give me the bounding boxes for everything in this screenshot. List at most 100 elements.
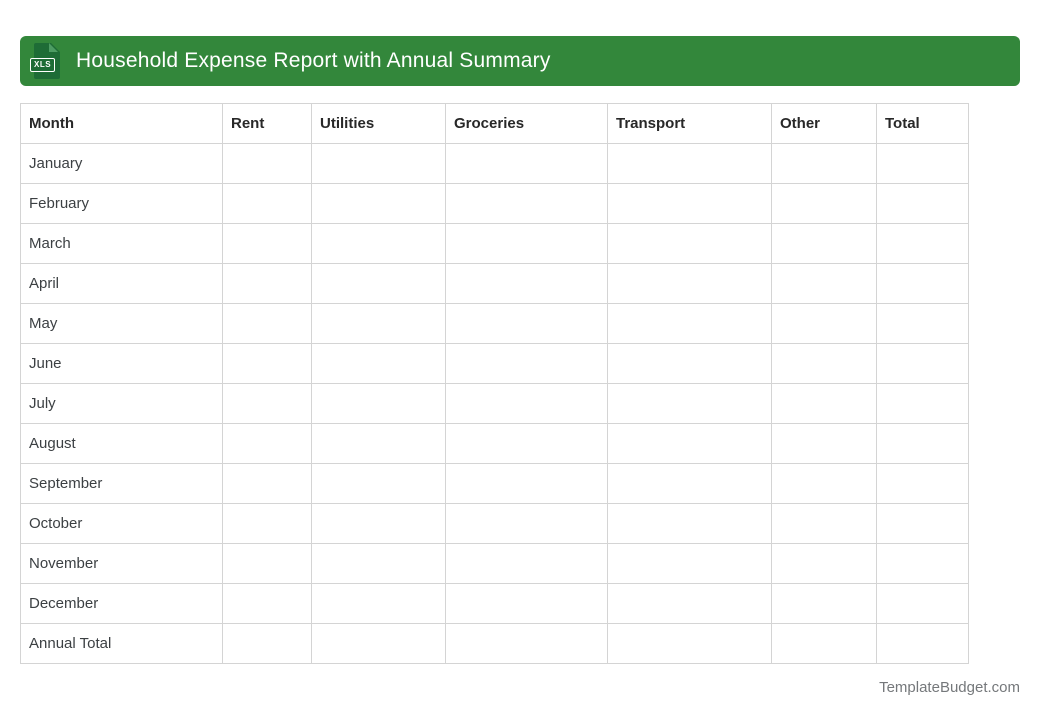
report-title-bar: XLS Household Expense Report with Annual… (20, 36, 1020, 86)
column-header-rent: Rent (223, 104, 312, 144)
row-label-cell: February (21, 184, 223, 224)
data-cell (223, 424, 312, 464)
data-cell (608, 464, 772, 504)
data-cell (772, 184, 877, 224)
table-body: JanuaryFebruaryMarchAprilMayJuneJulyAugu… (21, 144, 969, 664)
data-cell (446, 304, 608, 344)
data-cell (877, 224, 969, 264)
data-cell (608, 344, 772, 384)
data-cell (608, 544, 772, 584)
column-header-total: Total (877, 104, 969, 144)
data-cell (877, 144, 969, 184)
data-cell (446, 224, 608, 264)
data-cell (608, 264, 772, 304)
data-cell (877, 184, 969, 224)
xls-folded-corner (49, 43, 58, 52)
data-cell (223, 344, 312, 384)
data-cell (312, 304, 446, 344)
data-cell (446, 544, 608, 584)
column-header-transport: Transport (608, 104, 772, 144)
column-header-other: Other (772, 104, 877, 144)
data-cell (446, 464, 608, 504)
data-cell (312, 344, 446, 384)
table-row: May (21, 304, 969, 344)
data-cell (608, 624, 772, 664)
data-cell (608, 584, 772, 624)
row-label-cell: August (21, 424, 223, 464)
column-header-groceries: Groceries (446, 104, 608, 144)
table-row: April (21, 264, 969, 304)
row-label-cell: December (21, 584, 223, 624)
data-cell (312, 424, 446, 464)
data-cell (608, 384, 772, 424)
row-label-cell: Annual Total (21, 624, 223, 664)
data-cell (446, 624, 608, 664)
row-label-cell: April (21, 264, 223, 304)
data-cell (877, 464, 969, 504)
row-label-cell: March (21, 224, 223, 264)
column-header-month: Month (21, 104, 223, 144)
table-row: August (21, 424, 969, 464)
data-cell (223, 184, 312, 224)
data-cell (877, 424, 969, 464)
data-cell (312, 584, 446, 624)
table-row: December (21, 584, 969, 624)
data-cell (877, 544, 969, 584)
data-cell (312, 384, 446, 424)
data-cell (312, 464, 446, 504)
data-cell (312, 544, 446, 584)
data-cell (772, 144, 877, 184)
data-cell (223, 624, 312, 664)
data-cell (772, 384, 877, 424)
data-cell (312, 144, 446, 184)
expense-table: MonthRentUtilitiesGroceriesTransportOthe… (20, 103, 969, 664)
header-row: MonthRentUtilitiesGroceriesTransportOthe… (21, 104, 969, 144)
row-label-cell: September (21, 464, 223, 504)
site-credit: TemplateBudget.com (879, 679, 1020, 696)
data-cell (772, 584, 877, 624)
data-cell (608, 144, 772, 184)
data-cell (772, 304, 877, 344)
page-title: Household Expense Report with Annual Sum… (76, 49, 551, 73)
table-row: February (21, 184, 969, 224)
row-label-cell: January (21, 144, 223, 184)
column-header-utilities: Utilities (312, 104, 446, 144)
data-cell (772, 344, 877, 384)
data-cell (312, 224, 446, 264)
data-cell (608, 504, 772, 544)
data-cell (312, 504, 446, 544)
data-cell (223, 224, 312, 264)
row-label-cell: October (21, 504, 223, 544)
data-cell (223, 384, 312, 424)
data-cell (877, 504, 969, 544)
data-cell (223, 584, 312, 624)
data-cell (877, 264, 969, 304)
data-cell (223, 544, 312, 584)
data-cell (223, 464, 312, 504)
data-cell (446, 424, 608, 464)
data-cell (446, 264, 608, 304)
xls-file-icon: XLS (32, 42, 60, 80)
row-label-cell: July (21, 384, 223, 424)
table-row: July (21, 384, 969, 424)
row-label-cell: November (21, 544, 223, 584)
data-cell (877, 344, 969, 384)
data-cell (446, 184, 608, 224)
data-cell (446, 144, 608, 184)
data-cell (446, 384, 608, 424)
table-row: January (21, 144, 969, 184)
table-row: October (21, 504, 969, 544)
data-cell (608, 304, 772, 344)
data-cell (223, 264, 312, 304)
data-cell (223, 144, 312, 184)
data-cell (312, 264, 446, 304)
data-cell (772, 424, 877, 464)
data-cell (608, 224, 772, 264)
row-label-cell: June (21, 344, 223, 384)
data-cell (772, 544, 877, 584)
data-cell (608, 184, 772, 224)
data-cell (446, 504, 608, 544)
data-cell (223, 504, 312, 544)
data-cell (446, 344, 608, 384)
data-cell (877, 384, 969, 424)
